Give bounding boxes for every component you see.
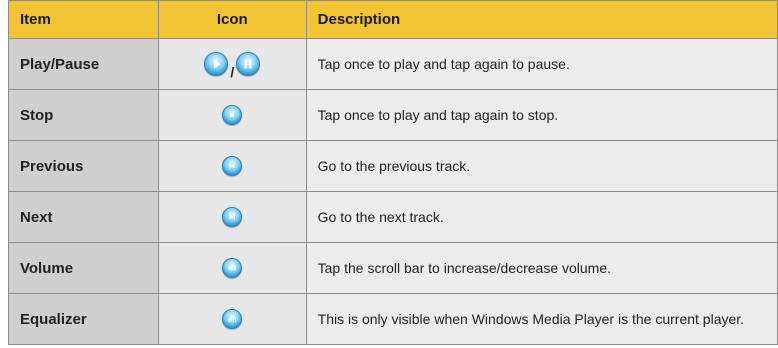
stop-icon[interactable] xyxy=(222,105,243,125)
previous-track-icon[interactable] xyxy=(222,156,243,176)
next-track-icon[interactable] xyxy=(222,207,243,227)
pause-icon[interactable] xyxy=(236,52,261,76)
volume-icon[interactable] xyxy=(222,258,243,278)
row-desc-next: Go to the next track. xyxy=(305,191,778,243)
header-icon: Icon xyxy=(157,0,307,39)
table-row: Equalizer This is only visible when Wind… xyxy=(8,293,778,345)
row-desc-volume: Tap the scroll bar to increase/decrease … xyxy=(305,242,778,294)
play-icon[interactable] xyxy=(204,52,229,76)
table-row: Next Go to the next track. xyxy=(8,191,778,243)
equalizer-icon[interactable] xyxy=(222,309,243,329)
row-item-volume: Volume xyxy=(8,242,159,294)
row-icon-previous xyxy=(157,140,307,192)
row-desc-previous: Go to the previous track. xyxy=(305,140,778,192)
table-row: Volume Tap the scroll bar to increase/de… xyxy=(8,242,778,294)
row-icon-volume xyxy=(157,242,307,294)
header-description: Description xyxy=(305,0,778,39)
controls-table: Item Icon Description Play/Pause / Tap o… xyxy=(8,0,778,345)
row-item-previous: Previous xyxy=(8,140,159,192)
row-desc-play-pause: Tap once to play and tap again to pause. xyxy=(305,38,778,90)
row-icon-next xyxy=(157,191,307,243)
table-row: Stop Tap once to play and tap again to s… xyxy=(8,89,778,141)
table-row: Play/Pause / Tap once to play and tap ag… xyxy=(8,38,778,90)
row-icon-play-pause: / xyxy=(157,38,307,90)
table-header-row: Item Icon Description xyxy=(8,0,778,39)
icon-separator: / xyxy=(230,64,235,80)
row-desc-stop: Tap once to play and tap again to stop. xyxy=(305,89,778,141)
row-item-next: Next xyxy=(8,191,159,243)
table-row: Previous Go to the previous track. xyxy=(8,140,778,192)
row-icon-equalizer xyxy=(157,293,307,345)
row-item-stop: Stop xyxy=(8,89,159,141)
row-item-equalizer: Equalizer xyxy=(8,293,159,345)
row-desc-equalizer: This is only visible when Windows Media … xyxy=(305,293,778,345)
header-item: Item xyxy=(8,0,159,39)
row-icon-stop xyxy=(157,89,307,141)
row-item-play-pause: Play/Pause xyxy=(8,38,159,90)
